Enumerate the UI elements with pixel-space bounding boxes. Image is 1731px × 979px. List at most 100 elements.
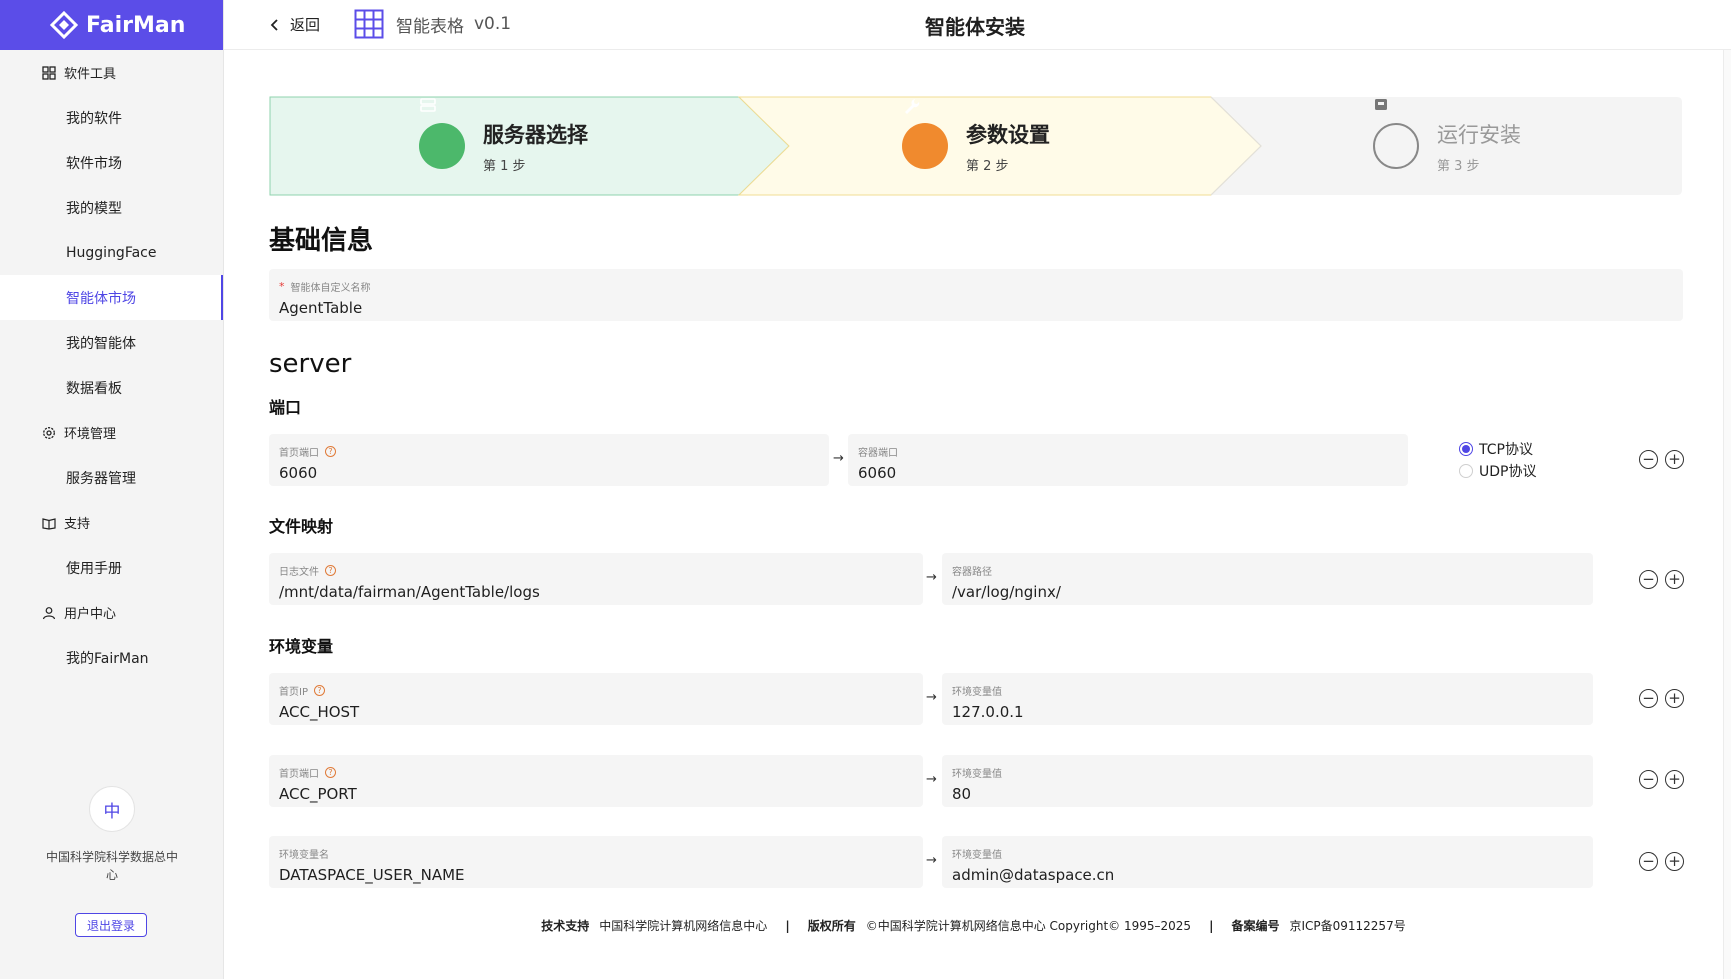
back-label: 返回 bbox=[290, 16, 321, 34]
env-name-field[interactable]: 首页IP ? ACC_HOST bbox=[269, 673, 923, 725]
remove-button[interactable]: − bbox=[1639, 689, 1658, 708]
book-icon bbox=[42, 517, 56, 530]
file-mapping-heading: 文件映射 bbox=[269, 517, 334, 536]
env-name-field[interactable]: 环境变量名 DATASPACE_USER_NAME bbox=[269, 836, 923, 888]
help-icon[interactable]: ? bbox=[325, 565, 336, 576]
container-port-input[interactable]: 6060 bbox=[858, 464, 896, 482]
step-param-settings[interactable]: 参数设置 第 2 步 bbox=[902, 96, 1050, 196]
top-header: 返回 智能表格 v0.1 智能体安装 bbox=[224, 0, 1731, 50]
footer-icp-link[interactable]: 京ICP备09112257号 bbox=[1289, 917, 1405, 934]
back-button[interactable]: 返回 bbox=[270, 14, 320, 35]
env-value-field[interactable]: 环境变量值 admin@dataspace.cn bbox=[942, 836, 1593, 888]
brand-bar[interactable]: FairMan bbox=[0, 0, 223, 50]
env-value-input[interactable]: 80 bbox=[952, 785, 971, 803]
sidebar-item-agent-market[interactable]: 智能体市场 bbox=[0, 275, 223, 320]
vertical-scrollbar[interactable] bbox=[1723, 50, 1731, 979]
sidebar-item-manual[interactable]: 使用手册 bbox=[0, 545, 223, 590]
footer-tech-label: 技术支持 bbox=[541, 919, 590, 933]
agent-name-input[interactable]: AgentTable bbox=[279, 299, 362, 317]
add-button[interactable]: + bbox=[1665, 570, 1684, 589]
logout-button[interactable]: 退出登录 bbox=[75, 913, 147, 937]
org-name: 中国科学院科学数据总中心 bbox=[45, 850, 178, 882]
sidebar-nav: 软件工具 我的软件 软件市场 我的模型 HuggingFace 智能体市场 我的… bbox=[0, 50, 223, 680]
help-icon[interactable]: ? bbox=[325, 767, 336, 778]
add-button[interactable]: + bbox=[1665, 689, 1684, 708]
sidebar-item-dashboard[interactable]: 数据看板 bbox=[0, 365, 223, 410]
env-row-controls: − + bbox=[1639, 852, 1684, 871]
page-title: 智能体安装 bbox=[925, 15, 1025, 39]
env-value-field[interactable]: 环境变量值 80 bbox=[942, 755, 1593, 807]
host-port-input[interactable]: 6060 bbox=[279, 464, 317, 482]
host-port-field[interactable]: 首页端口 ? 6060 bbox=[269, 434, 829, 486]
avatar[interactable]: 中 bbox=[89, 786, 135, 832]
app-version: v0.1 bbox=[474, 14, 512, 34]
sidebar-item-software-market[interactable]: 软件市场 bbox=[0, 140, 223, 185]
sidebar: FairMan 软件工具 我的软件 软件市场 我的模型 HuggingFace … bbox=[0, 0, 224, 979]
env-value-field[interactable]: 环境变量值 127.0.0.1 bbox=[942, 673, 1593, 725]
udp-radio[interactable]: UDP协议 bbox=[1459, 460, 1536, 482]
env-name-input[interactable]: ACC_PORT bbox=[279, 785, 357, 803]
sidebar-group-user: 用户中心 bbox=[0, 590, 223, 635]
fairman-logo-icon bbox=[50, 11, 78, 39]
arrow-right-icon: → bbox=[926, 690, 937, 705]
sidebar-item-my-fairman[interactable]: 我的FairMan bbox=[0, 635, 223, 680]
step-server-select[interactable]: 服务器选择 第 1 步 bbox=[419, 96, 588, 196]
remove-button[interactable]: − bbox=[1639, 450, 1658, 469]
add-button[interactable]: + bbox=[1665, 450, 1684, 469]
env-name-input[interactable]: ACC_HOST bbox=[279, 703, 359, 721]
add-button[interactable]: + bbox=[1665, 852, 1684, 871]
install-steps: 服务器选择 第 1 步 参数设置 第 2 步 运行安装 第 3 步 bbox=[269, 96, 1683, 196]
env-value-input[interactable]: 127.0.0.1 bbox=[952, 703, 1024, 721]
step-title: 运行安装 bbox=[1437, 122, 1521, 147]
env-name-input[interactable]: DATASPACE_USER_NAME bbox=[279, 866, 465, 884]
step-subtitle: 第 2 步 bbox=[966, 158, 1009, 174]
help-icon[interactable]: ? bbox=[325, 446, 336, 457]
app-info: 智能表格 v0.1 bbox=[354, 9, 511, 39]
sidebar-group-env: 环境管理 bbox=[0, 410, 223, 455]
sidebar-item-my-agents[interactable]: 我的智能体 bbox=[0, 320, 223, 365]
env-row-controls: − + bbox=[1639, 770, 1684, 789]
env-value-input[interactable]: admin@dataspace.cn bbox=[952, 866, 1114, 884]
agent-name-field[interactable]: * 智能体自定义名称 AgentTable bbox=[269, 269, 1683, 321]
step-title: 服务器选择 bbox=[483, 122, 588, 147]
app-name: 智能表格 bbox=[396, 16, 464, 37]
remove-button[interactable]: − bbox=[1639, 852, 1658, 871]
env-vars-heading: 环境变量 bbox=[269, 637, 334, 656]
add-button[interactable]: + bbox=[1665, 770, 1684, 789]
remove-button[interactable]: − bbox=[1639, 570, 1658, 589]
package-icon bbox=[1373, 99, 1419, 169]
step-run-install[interactable]: 运行安装 第 3 步 bbox=[1373, 96, 1521, 196]
step-subtitle: 第 3 步 bbox=[1437, 158, 1480, 174]
log-file-input[interactable]: /mnt/data/fairman/AgentTable/logs bbox=[279, 583, 540, 601]
remove-button[interactable]: − bbox=[1639, 770, 1658, 789]
footer-tech-value: 中国科学院计算机网络信息中心 bbox=[599, 919, 768, 933]
container-port-field[interactable]: 容器端口 6060 bbox=[848, 434, 1408, 486]
arrow-right-icon: → bbox=[926, 570, 937, 585]
log-file-field[interactable]: 日志文件 ? /mnt/data/fairman/AgentTable/logs bbox=[269, 553, 923, 605]
sidebar-group-support: 支持 bbox=[0, 500, 223, 545]
sidebar-group-tools: 软件工具 bbox=[0, 50, 223, 95]
radio-dot bbox=[1459, 442, 1473, 456]
tcp-radio[interactable]: TCP协议 bbox=[1459, 438, 1536, 460]
field-label: * 智能体自定义名称 bbox=[279, 280, 371, 294]
chevron-left-icon bbox=[270, 18, 278, 31]
grid-icon bbox=[42, 65, 56, 80]
sidebar-item-my-software[interactable]: 我的软件 bbox=[0, 95, 223, 140]
gear-icon bbox=[43, 426, 55, 439]
sidebar-group-label: 环境管理 bbox=[64, 427, 117, 442]
radio-dot bbox=[1459, 464, 1473, 478]
sidebar-item-huggingface[interactable]: HuggingFace bbox=[0, 230, 223, 275]
container-path-input[interactable]: /var/log/nginx/ bbox=[952, 583, 1061, 601]
sidebar-item-server-management[interactable]: 服务器管理 bbox=[0, 455, 223, 500]
sidebar-group-label: 支持 bbox=[64, 517, 91, 532]
arrow-right-icon: → bbox=[833, 451, 844, 466]
help-icon[interactable]: ? bbox=[313, 685, 325, 696]
container-path-field[interactable]: 容器路径 /var/log/nginx/ bbox=[942, 553, 1593, 605]
wrench-icon bbox=[902, 99, 948, 169]
footer-separator: | bbox=[785, 918, 790, 933]
user-icon bbox=[42, 606, 56, 619]
env-name-field[interactable]: 首页端口 ? ACC_PORT bbox=[269, 755, 923, 807]
required-marker: * bbox=[279, 280, 285, 293]
mapping-row-controls: − + bbox=[1639, 570, 1684, 589]
sidebar-item-my-models[interactable]: 我的模型 bbox=[0, 185, 223, 230]
